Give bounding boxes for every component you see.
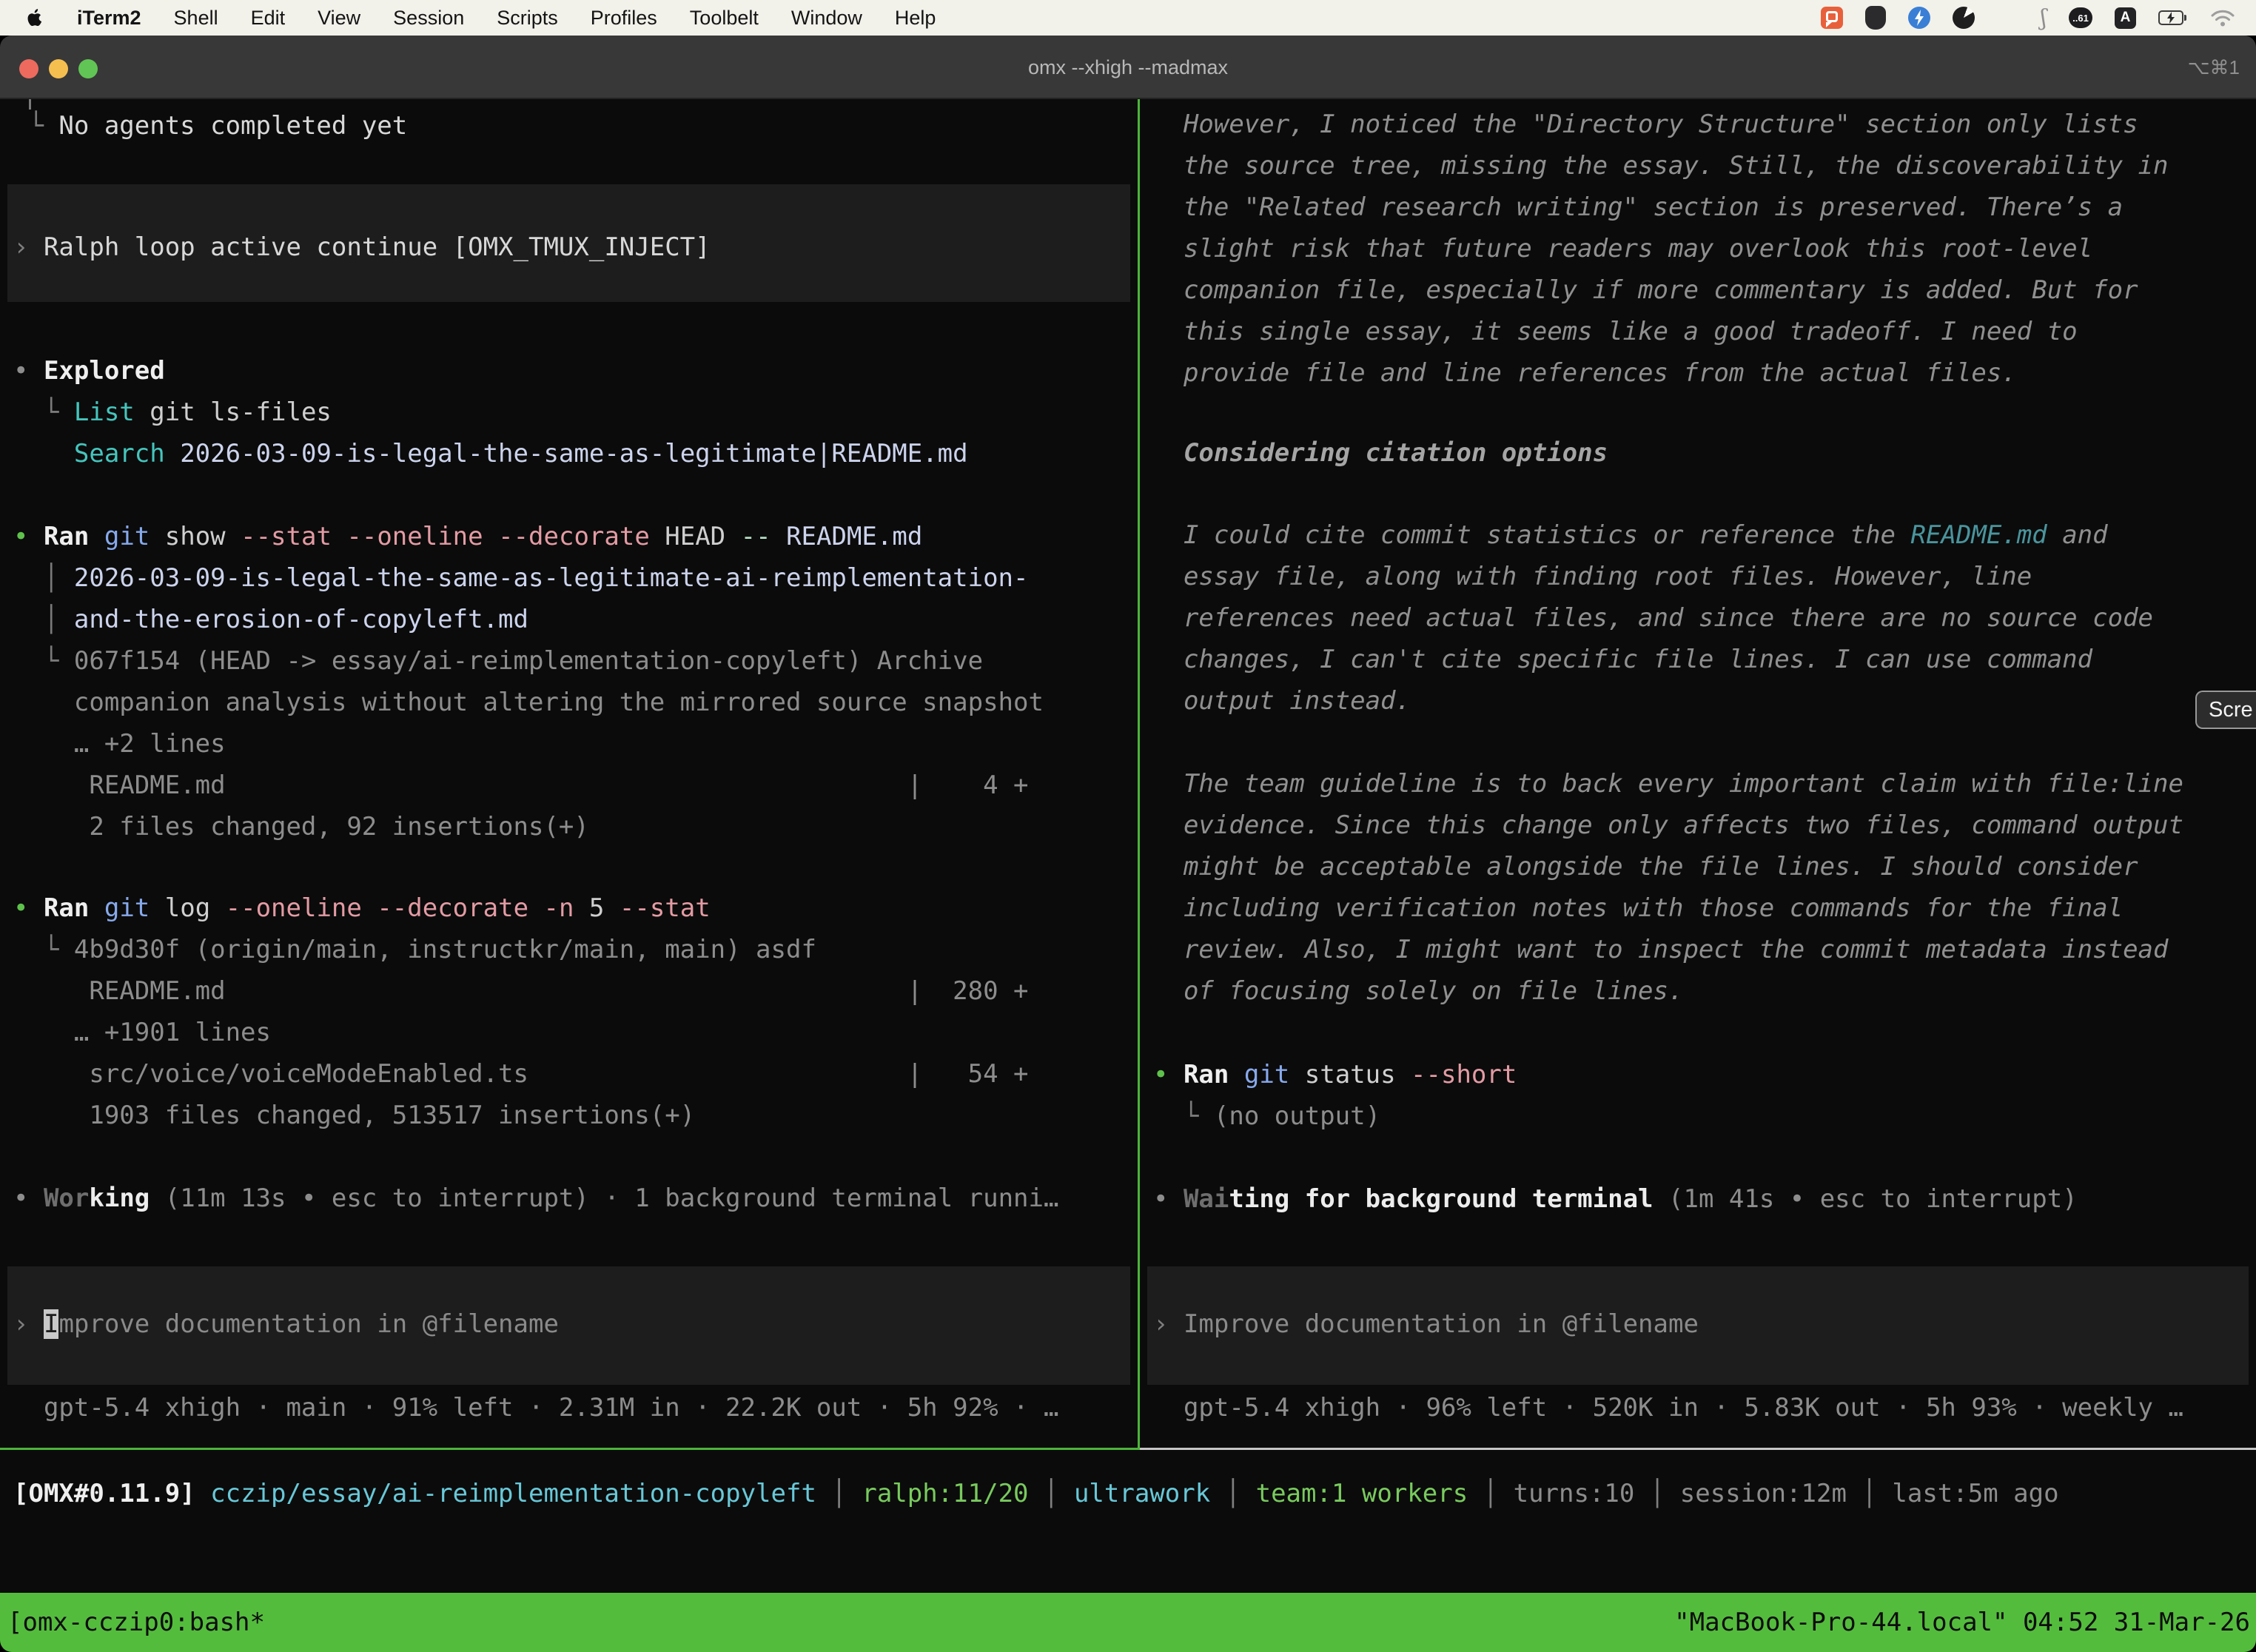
pie-wedge-icon[interactable] (1953, 7, 1975, 29)
apple-logo-icon[interactable] (27, 7, 44, 28)
screen: iTerm2 Shell Edit View Session Scripts Profile… (0, 0, 2256, 1652)
terminal-line: └ 4b9d30f (origin/main, instructkr/main,… (13, 929, 816, 970)
pane-right[interactable]: However, I noticed the "Directory Struct… (1140, 99, 2256, 1448)
terminal-line: │ 2026-03-09-is-legal-the-same-as-legiti… (13, 557, 1028, 599)
terminal-line: └ List git ls-files (13, 392, 332, 433)
terminal-line: │ and-the-erosion-of-copyleft.md (13, 599, 528, 640)
window-title: omx --xhigh --madmax (0, 36, 2256, 99)
menu-bar: iTerm2 Shell Edit View Session Scripts Profile… (0, 0, 2256, 36)
blue-bolt-badge-icon[interactable] (1908, 7, 1930, 29)
terminal-line: changes, I can't cite specific file line… (1153, 639, 2092, 680)
menu-status-icons: ʃ ..61 A (1821, 5, 2256, 31)
dots-grid-icon[interactable] (1997, 7, 2018, 29)
terminal-line: the "Related research writing" section i… (1153, 187, 2123, 228)
terminal-line: › Improve documentation in @filename (1153, 1303, 1699, 1345)
terminal-line: └ (no output) (1153, 1095, 1380, 1137)
terminal-line: Search 2026-03-09-is-legal-the-same-as-l… (13, 433, 968, 474)
terminal-line: … +1901 lines (13, 1012, 271, 1053)
terminal-content: └ No agents completed yet › Ralph loop ac… (0, 99, 2256, 1652)
terminal-line: review. Also, I might want to inspect th… (1153, 929, 2168, 970)
terminal-line: including verification notes with those … (1153, 887, 2123, 929)
terminal-line: └ 067f154 (HEAD -> essay/ai-reimplementa… (13, 640, 983, 682)
terminal-line: slight risk that future readers may over… (1153, 228, 2092, 269)
terminal-line: … +2 lines (13, 723, 226, 765)
terminal-line: companion analysis without altering the … (13, 682, 1044, 723)
terminal-line: gpt-5.4 xhigh · 96% left · 520K in · 5.8… (1153, 1387, 2183, 1428)
terminal-line: └ No agents completed yet (13, 105, 407, 147)
terminal-line: the source tree, missing the essay. Stil… (1153, 145, 2168, 187)
terminal-line: src/voice/voiceModeEnabled.ts | 54 + (13, 1053, 1028, 1095)
terminal-line: • Explored (13, 350, 165, 392)
terminal-line: README.md | 4 + (13, 765, 1028, 806)
usage-badge-icon[interactable]: ..61 (2069, 7, 2092, 28)
tmux-host-clock: "MacBook-Pro-44.local" 04:52 31-Mar-26 (1674, 1608, 2256, 1637)
screen-share-tooltip: Scre (2195, 691, 2256, 729)
grid-shield-icon[interactable] (1865, 6, 1886, 30)
terminal-line: companion file, especially if more comme… (1153, 269, 2138, 311)
menu-item-window[interactable]: Window (791, 7, 862, 30)
battery-charging-icon[interactable] (2158, 10, 2188, 25)
pane-left[interactable]: └ No agents completed yet › Ralph loop ac… (0, 99, 1138, 1448)
pane-border-bottom-right (1140, 1448, 2256, 1450)
menu-items: iTerm2 Shell Edit View Session Scripts Profile… (0, 7, 936, 30)
terminal-line: • Ran git log --oneline --decorate -n 5 … (13, 887, 711, 929)
terminal-line: › Improve documentation in @filename (13, 1303, 559, 1345)
terminal-line: README.md | 280 + (13, 970, 1028, 1012)
menu-item-view[interactable]: View (318, 7, 360, 30)
menu-item-session[interactable]: Session (393, 7, 464, 30)
omx-status-line: [OMX#0.11.9] cczip/essay/ai-reimplementa… (0, 1473, 2256, 1514)
terminal-line: [OMX#0.11.9] cczip/essay/ai-reimplementa… (13, 1473, 2059, 1514)
terminal-line: references need actual files, and since … (1153, 597, 2153, 639)
menu-item-shell[interactable]: Shell (174, 7, 218, 30)
tmux-session-window[interactable]: [omx-cczip0:bash* (0, 1608, 265, 1637)
terminal-line: of focusing solely on file lines. (1153, 970, 1683, 1012)
menu-item-iterm2[interactable]: iTerm2 (77, 7, 141, 30)
screen-recording-icon[interactable] (1821, 7, 1843, 29)
terminal-line: provide file and line references from th… (1153, 352, 2017, 394)
terminal-line: The team guideline is to back every impo… (1153, 763, 2183, 805)
pane-border-bottom-left (0, 1448, 1140, 1450)
terminal-line: 2 files changed, 92 insertions(+) (13, 806, 589, 847)
terminal-line: • Ran git status --short (1153, 1054, 1517, 1095)
terminal-line: Considering citation options (1153, 432, 1608, 474)
terminal-line: gpt-5.4 xhigh · main · 91% left · 2.31M … (13, 1387, 1058, 1428)
window-shortcut-badge: ⌥⌘1 (2188, 36, 2240, 99)
terminal-line: output instead. (1153, 680, 1411, 722)
terminal-line: However, I noticed the "Directory Struct… (1153, 104, 2138, 145)
menu-item-edit[interactable]: Edit (251, 7, 286, 30)
pane-divider[interactable] (1138, 99, 1140, 1448)
terminal-line: might be acceptable alongside the file l… (1153, 846, 2138, 887)
title-bar[interactable]: omx --xhigh --madmax ⌥⌘1 (0, 36, 2256, 99)
section-squiggle-icon[interactable]: ʃ (2041, 5, 2047, 31)
terminal-line: › Ralph loop active continue [OMX_TMUX_I… (13, 226, 711, 268)
wifi-icon[interactable] (2210, 8, 2235, 27)
terminal-line: this single essay, it seems like a good … (1153, 311, 2078, 352)
terminal-line: • Waiting for background terminal (1m 41… (1153, 1178, 2078, 1220)
terminal-line: • Working (11m 13s • esc to interrupt) ·… (13, 1178, 1058, 1219)
tmux-status-bar: [omx-cczip0:bash* "MacBook-Pro-44.local"… (0, 1593, 2256, 1652)
terminal-line: evidence. Since this change only affects… (1153, 805, 2183, 846)
iterm-window: omx --xhigh --madmax ⌥⌘1 └ No agents com… (0, 36, 2256, 1652)
menu-item-help[interactable]: Help (895, 7, 936, 30)
terminal-line: • Ran git show --stat --oneline --decora… (13, 516, 922, 557)
terminal-line: essay file, along with finding root file… (1153, 556, 2032, 597)
terminal-line: I could cite commit statistics or refere… (1153, 514, 2108, 556)
menu-item-scripts[interactable]: Scripts (497, 7, 558, 30)
menu-item-toolbelt[interactable]: Toolbelt (690, 7, 759, 30)
terminal-line: 1903 files changed, 513517 insertions(+) (13, 1095, 695, 1136)
menu-item-profiles[interactable]: Profiles (591, 7, 657, 30)
input-source-icon[interactable]: A (2115, 7, 2136, 29)
